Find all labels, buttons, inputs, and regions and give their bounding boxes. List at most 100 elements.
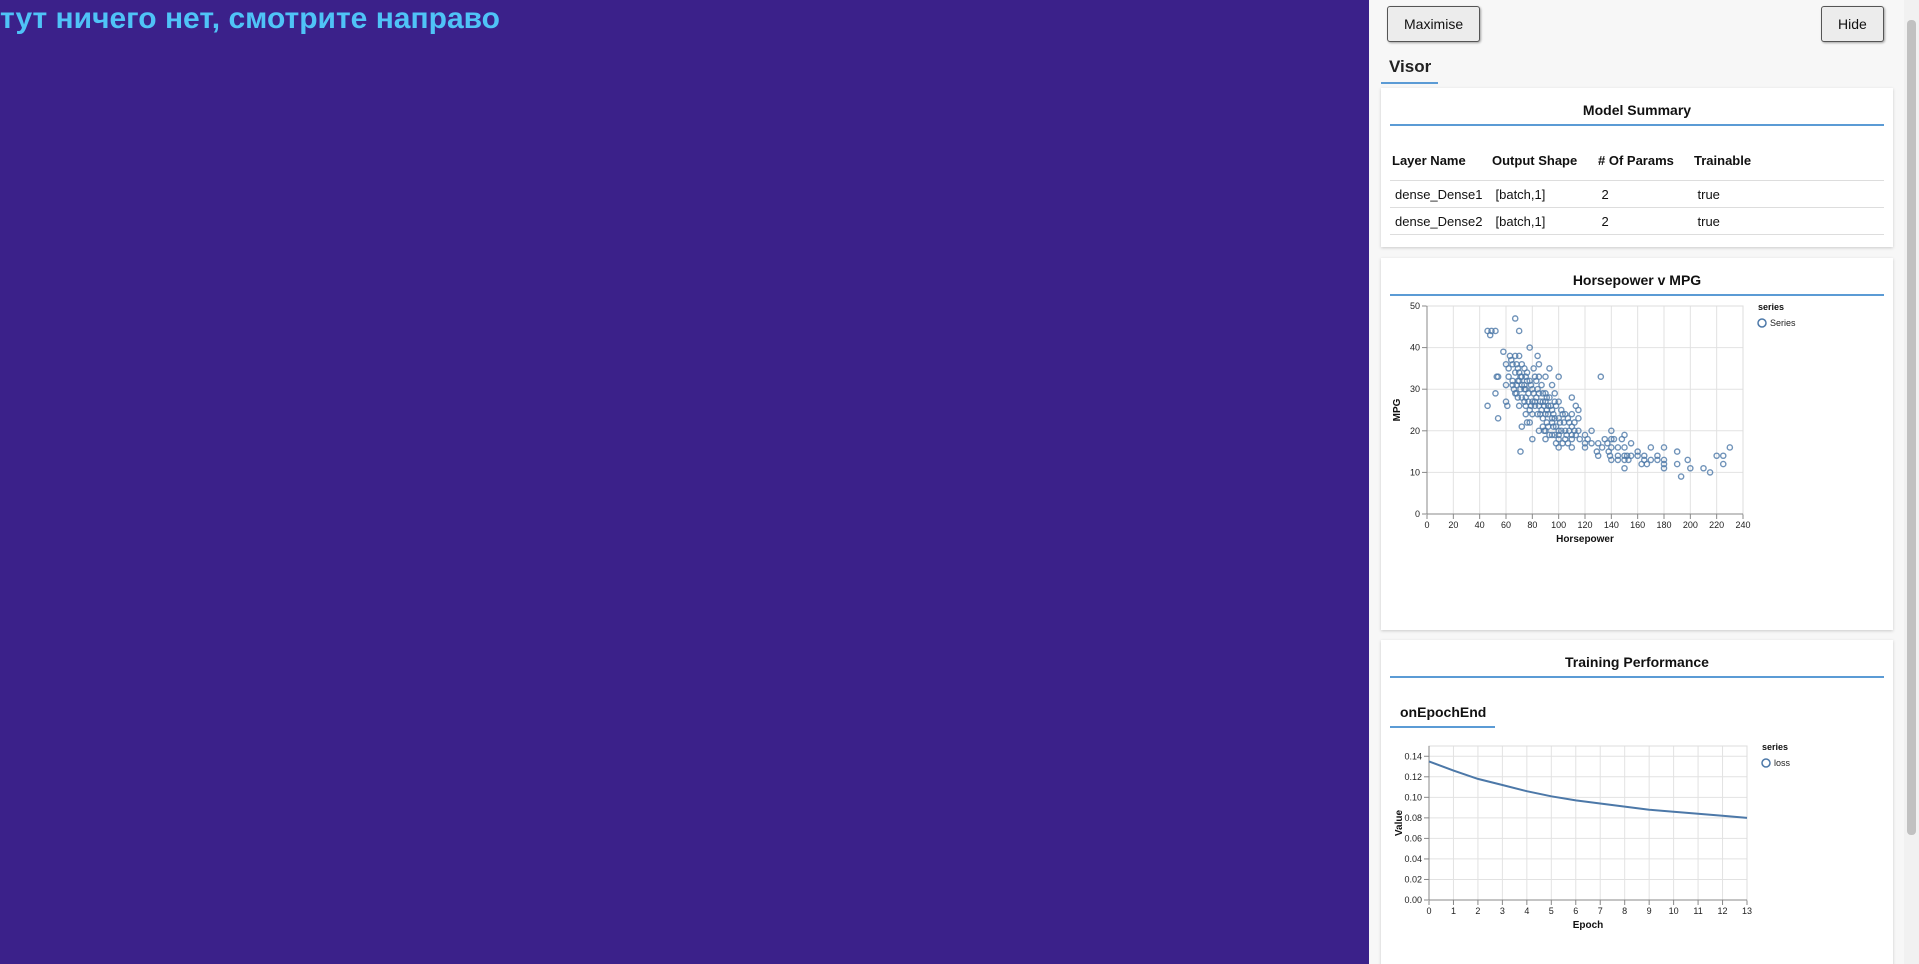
x-tick-label: 11 xyxy=(1693,906,1702,916)
data-point xyxy=(1621,431,1628,439)
y-tick-label: 40 xyxy=(1410,343,1420,353)
model-summary-title: Model Summary xyxy=(1390,102,1884,126)
data-point xyxy=(1551,390,1559,397)
scrollbar-thumb[interactable] xyxy=(1907,20,1916,835)
x-tick-label: 120 xyxy=(1577,520,1592,530)
x-tick-label: 200 xyxy=(1683,520,1698,530)
x-tick-label: 6 xyxy=(1573,906,1578,916)
x-tick-label: 2 xyxy=(1475,906,1480,916)
y-tick-label: 0.02 xyxy=(1404,874,1422,884)
training-performance-title: Training Performance xyxy=(1390,654,1884,678)
data-point xyxy=(1568,394,1576,401)
data-point xyxy=(1719,460,1727,468)
x-tick-label: 4 xyxy=(1524,906,1529,916)
legend-label: Series xyxy=(1770,318,1796,328)
visor-panel: Maximise Hide Visor Model Summary Layer … xyxy=(1369,0,1919,964)
visor-scrollbar[interactable] xyxy=(1904,0,1919,964)
data-point xyxy=(1673,460,1681,468)
data-point xyxy=(1515,402,1523,410)
data-point xyxy=(1621,464,1628,472)
y-tick-label: 10 xyxy=(1410,467,1420,477)
y-tick-label: 0 xyxy=(1415,509,1420,519)
table-cell: 2 xyxy=(1596,207,1693,235)
data-point xyxy=(1484,402,1491,410)
page-heading: тут ничего нет, смотрите направо xyxy=(0,2,500,35)
y-tick-label: 0.14 xyxy=(1404,751,1422,761)
x-tick-label: 13 xyxy=(1742,906,1752,916)
y-tick-label: 0.00 xyxy=(1404,895,1422,905)
data-point xyxy=(1627,439,1635,447)
x-tick-label: 240 xyxy=(1735,520,1750,530)
series-line-loss xyxy=(1428,760,1748,819)
training-performance-card: Training Performance onEpochEnd 01234567… xyxy=(1381,640,1893,964)
data-point xyxy=(1597,373,1605,381)
x-tick-label: 40 xyxy=(1475,520,1485,530)
y-tick-label: 0.10 xyxy=(1404,792,1422,802)
table-row: dense_Dense1 [batch,1] 2 true xyxy=(1390,180,1884,208)
main-area: тут ничего нет, смотрите направо xyxy=(0,0,1369,964)
data-point xyxy=(1548,381,1556,389)
data-point xyxy=(1492,390,1499,397)
column-header: Output Shape xyxy=(1490,140,1596,181)
x-tick-label: 10 xyxy=(1669,906,1679,916)
x-tick-label: 1 xyxy=(1451,906,1456,916)
y-tick-label: 0.04 xyxy=(1404,854,1422,864)
data-point xyxy=(1575,406,1582,414)
legend-label: loss xyxy=(1774,758,1791,768)
y-tick-label: 0.06 xyxy=(1404,833,1422,843)
x-tick-label: 180 xyxy=(1656,520,1671,530)
column-header: # Of Params xyxy=(1596,140,1692,181)
column-header: Layer Name xyxy=(1390,140,1490,181)
x-tick-label: 60 xyxy=(1501,520,1511,530)
data-point xyxy=(1568,410,1576,418)
table-cell: dense_Dense1 xyxy=(1390,180,1491,208)
x-tick-label: 80 xyxy=(1527,520,1537,530)
tab-visor[interactable]: Visor xyxy=(1381,50,1438,84)
x-tick-label: 9 xyxy=(1647,906,1652,916)
y-axis-label: Value xyxy=(1394,810,1405,837)
data-point xyxy=(1673,448,1681,455)
data-point xyxy=(1677,473,1685,480)
data-point xyxy=(1684,456,1692,464)
x-tick-label: 140 xyxy=(1604,520,1619,530)
tab-on-epoch-end[interactable]: onEpochEnd xyxy=(1390,700,1495,728)
maximise-button[interactable]: Maximise xyxy=(1387,6,1481,42)
table-cell: [batch,1] xyxy=(1490,207,1597,235)
x-tick-label: 12 xyxy=(1718,906,1728,916)
data-point xyxy=(1518,423,1526,430)
horsepower-mpg-card: Horsepower v MPG 0 20 40 60 80 100 120 140 160 18… xyxy=(1381,258,1893,630)
x-tick-label: 100 xyxy=(1551,520,1566,530)
data-point xyxy=(1568,444,1576,451)
legend-title: series xyxy=(1758,302,1784,312)
table-cell: 2 xyxy=(1596,180,1693,208)
model-summary-card: Model Summary Layer Name Output Shape # … xyxy=(1381,88,1893,247)
data-point xyxy=(1700,464,1707,472)
x-tick-label: 8 xyxy=(1622,906,1627,916)
line-chart: 0 1 2 3 4 5 6 7 8 9 10 11 12 130.000.020.040.060.080.… xyxy=(1394,742,1791,931)
y-tick-label: 0.12 xyxy=(1404,772,1422,782)
model-summary-table: Layer Name Output Shape # Of Params Trai… xyxy=(1390,140,1884,235)
y-tick-label: 0.08 xyxy=(1404,813,1422,823)
table-row: dense_Dense2 [batch,1] 2 true xyxy=(1390,207,1884,235)
y-tick-label: 50 xyxy=(1410,301,1420,311)
data-point xyxy=(1647,456,1655,464)
x-tick-label: 0 xyxy=(1426,906,1431,916)
legend-title: series xyxy=(1762,742,1788,752)
data-point xyxy=(1546,365,1553,372)
table-header-row: Layer Name Output Shape # Of Params Trai… xyxy=(1390,140,1884,181)
data-point xyxy=(1530,365,1537,372)
data-point xyxy=(1517,448,1524,455)
data-point xyxy=(1726,444,1734,451)
data-point xyxy=(1575,415,1582,422)
data-point xyxy=(1500,348,1507,356)
column-header: Trainable xyxy=(1692,140,1884,181)
legend-symbol xyxy=(1757,318,1767,328)
x-tick-label: 7 xyxy=(1598,906,1603,916)
data-point xyxy=(1576,435,1584,443)
table-cell: [batch,1] xyxy=(1490,180,1597,208)
plot-frame xyxy=(1428,745,1748,901)
y-tick-label: 20 xyxy=(1410,426,1420,436)
data-point xyxy=(1511,315,1519,322)
data-point xyxy=(1598,444,1606,451)
hide-button[interactable]: Hide xyxy=(1821,6,1884,42)
